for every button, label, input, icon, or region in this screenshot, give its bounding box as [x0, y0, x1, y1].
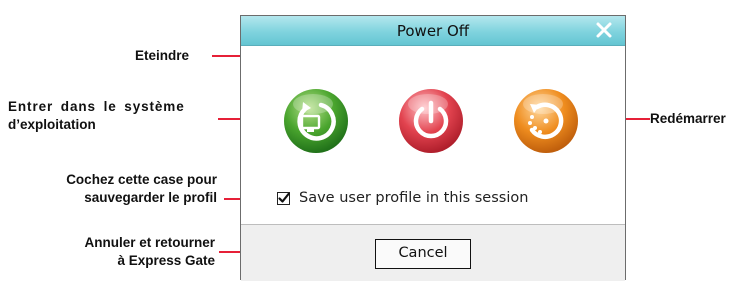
- close-button[interactable]: [593, 19, 615, 41]
- save-profile-checkbox-row[interactable]: Save user profile in this session: [277, 188, 528, 208]
- dialog-footer: Cancel: [241, 224, 625, 281]
- callout-cochez: Cochez cette case pour sauvegarder le pr…: [0, 171, 217, 207]
- power-off-button[interactable]: [398, 88, 464, 154]
- callout-entrer: Entrer dans le système d’exploitation: [8, 98, 218, 134]
- callout-annuler-line1: Annuler et retourner: [84, 235, 215, 250]
- save-profile-label: Save user profile in this session: [299, 190, 529, 206]
- enter-os-button[interactable]: [283, 88, 349, 154]
- callout-entrer-line1: Entrer dans le système: [8, 99, 185, 114]
- dialog-titlebar: Power Off: [241, 16, 625, 46]
- callout-entrer-line2: d’exploitation: [8, 117, 96, 132]
- callout-redemarrer: Redémarrer: [650, 111, 726, 126]
- save-profile-checkbox[interactable]: [277, 191, 290, 205]
- callout-annuler-line2: à Express Gate: [117, 253, 215, 268]
- callout-eteindre: Eteindre: [135, 48, 190, 63]
- callout-cochez-line2: sauvegarder le profil: [84, 190, 217, 205]
- restart-button[interactable]: [513, 88, 579, 154]
- power-off-dialog: Power Off Save user profile in this sess…: [240, 15, 626, 281]
- callout-cochez-line1: Cochez cette case pour: [66, 172, 217, 187]
- callout-annuler: Annuler et retourner à Express Gate: [0, 234, 215, 270]
- cancel-button[interactable]: Cancel: [375, 239, 471, 269]
- checkmark-icon: [278, 192, 290, 203]
- dialog-title: Power Off: [396, 22, 470, 40]
- close-icon: [596, 22, 612, 38]
